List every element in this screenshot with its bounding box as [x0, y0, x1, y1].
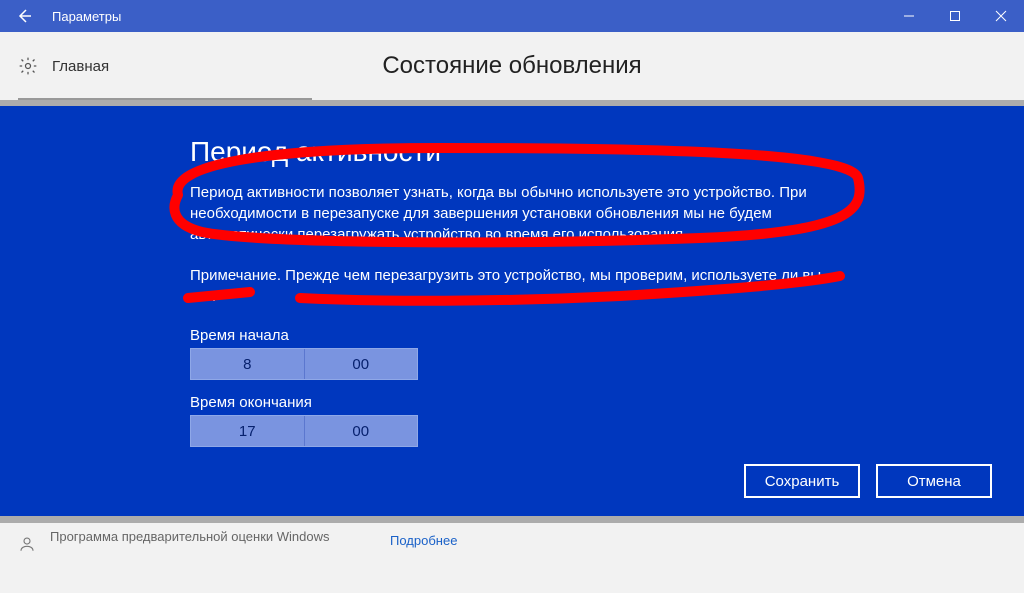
details-link[interactable]: Подробнее: [390, 533, 457, 548]
start-minute-cell[interactable]: 00: [305, 349, 418, 379]
arrow-left-icon: [16, 8, 32, 24]
page-title: Состояние обновления: [382, 52, 641, 80]
end-minute-cell[interactable]: 00: [305, 416, 418, 446]
back-button[interactable]: [0, 0, 48, 32]
dialog-buttons: Сохранить Отмена: [744, 464, 992, 498]
window-controls: [886, 0, 1024, 32]
start-time-label: Время начала: [190, 327, 880, 344]
end-time-group: Время окончания 17 00: [190, 394, 880, 447]
start-time-group: Время начала 8 00: [190, 327, 880, 380]
dialog-paragraph-2: Примечание. Прежде чем перезагрузить это…: [190, 265, 850, 307]
insider-program-label[interactable]: Программа предварительной оценки Windows: [50, 529, 350, 544]
person-icon: [18, 535, 36, 553]
end-time-label: Время окончания: [190, 394, 880, 411]
maximize-icon: [949, 10, 961, 22]
maximize-button[interactable]: [932, 0, 978, 32]
end-time-picker[interactable]: 17 00: [190, 415, 418, 447]
gear-icon: [18, 56, 38, 76]
start-time-picker[interactable]: 8 00: [190, 348, 418, 380]
end-hour-cell[interactable]: 17: [191, 416, 305, 446]
close-button[interactable]: [978, 0, 1024, 32]
cancel-button[interactable]: Отмена: [876, 464, 992, 498]
minimize-icon: [903, 10, 915, 22]
dialog-paragraph-1: Период активности позволяет узнать, когд…: [190, 182, 850, 245]
window-title: Параметры: [48, 9, 121, 24]
bottom-row: Программа предварительной оценки Windows…: [0, 523, 1024, 593]
close-icon: [995, 10, 1007, 22]
minimize-button[interactable]: [886, 0, 932, 32]
nav-home[interactable]: Главная: [52, 58, 312, 75]
subheader: Главная Состояние обновления: [0, 32, 1024, 100]
dialog-heading: Период активности: [190, 136, 880, 168]
save-button[interactable]: Сохранить: [744, 464, 860, 498]
active-hours-dialog: Период активности Период активности позв…: [0, 106, 1024, 516]
start-hour-cell[interactable]: 8: [191, 349, 305, 379]
titlebar: Параметры: [0, 0, 1024, 32]
